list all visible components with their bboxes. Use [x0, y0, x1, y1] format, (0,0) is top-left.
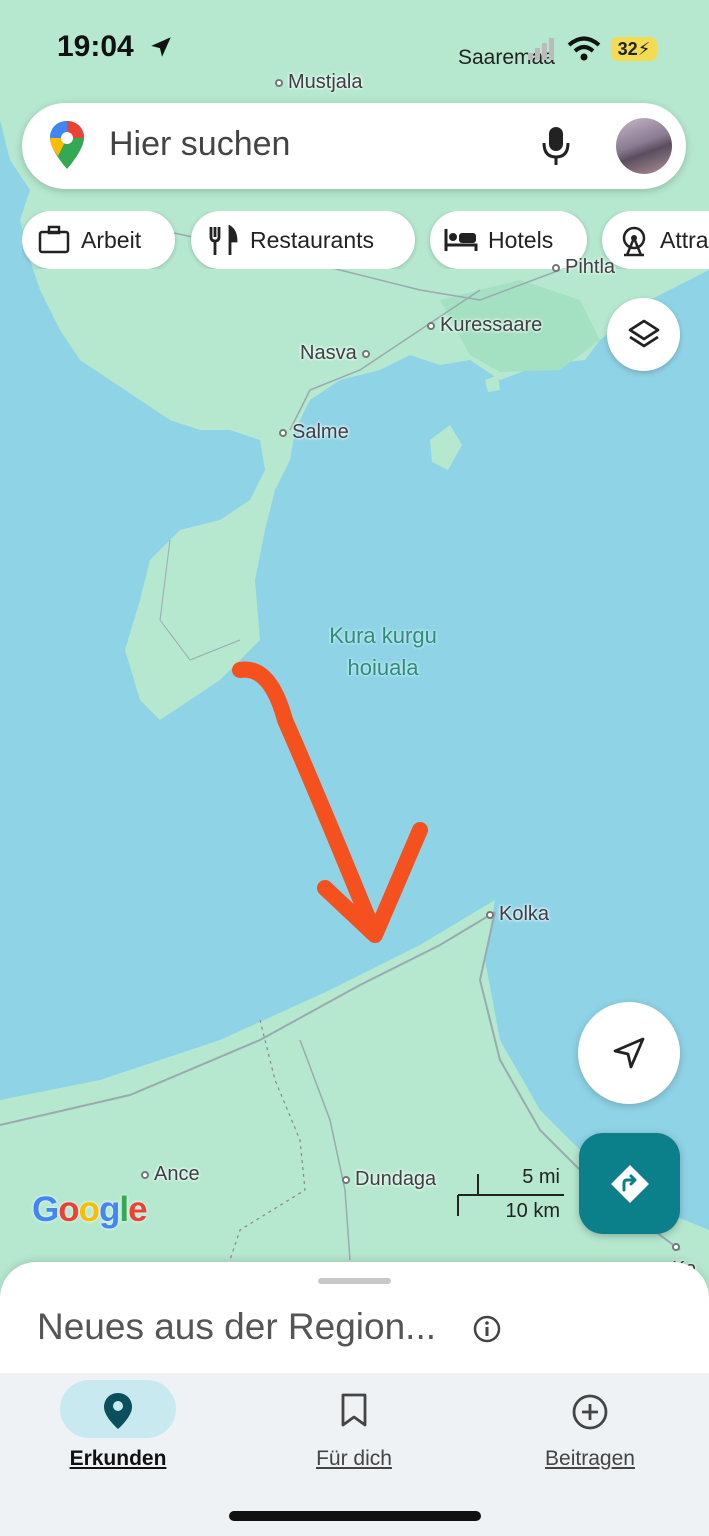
- scale-km: 10 km: [505, 1200, 560, 1222]
- location-arrow-icon: [151, 37, 171, 57]
- directions-button[interactable]: [579, 1133, 680, 1234]
- nav-for-you[interactable]: Für dich: [236, 1373, 472, 1483]
- place-dot: [427, 321, 435, 330]
- cellular-signal-icon: [528, 38, 554, 60]
- account-avatar[interactable]: [616, 118, 672, 174]
- directions-icon: [611, 1165, 649, 1203]
- place-label[interactable]: Kuressaare: [427, 314, 542, 337]
- chip-hotels-label: Hotels: [488, 227, 554, 253]
- bottom-sheet[interactable]: Neues aus der Region...: [0, 1262, 709, 1382]
- google-logo: Google: [32, 1190, 148, 1229]
- info-icon[interactable]: [472, 1314, 502, 1344]
- bookmark-icon: [341, 1393, 367, 1427]
- place-name: Nasva: [300, 342, 357, 364]
- microphone-icon[interactable]: [540, 125, 572, 167]
- place-dot: [672, 1242, 680, 1251]
- add-circle-icon: [572, 1394, 608, 1430]
- chip-restaurants[interactable]: Restaurants: [191, 211, 415, 269]
- place-dot: [279, 428, 287, 437]
- place-label[interactable]: Nasva: [300, 342, 375, 365]
- map-scale: 5 mi 10 km: [456, 1166, 566, 1226]
- layers-icon: [628, 319, 660, 348]
- nav-explore[interactable]: Erkunden: [0, 1373, 236, 1483]
- nav-contribute-label: Beitragen: [545, 1447, 635, 1470]
- layers-button[interactable]: [607, 298, 680, 371]
- place-dot: [552, 263, 560, 272]
- place-dot: [342, 1175, 350, 1184]
- home-indicator[interactable]: [229, 1511, 481, 1521]
- battery-indicator: 32⚡: [611, 37, 657, 61]
- place-name: Mustjala: [288, 71, 363, 93]
- status-bar: 19:04 Saaremaa 32⚡: [0, 30, 709, 70]
- place-dot: [361, 349, 370, 358]
- status-time: 19:04: [57, 30, 134, 63]
- place-label[interactable]: Ance: [141, 1163, 200, 1186]
- nav-for-you-label: Für dich: [316, 1447, 392, 1470]
- ferris-wheel-icon: [622, 226, 646, 257]
- location-pin-icon: [104, 1393, 132, 1429]
- search-input[interactable]: Hier suchen: [109, 125, 290, 164]
- google-maps-pin-icon: [50, 121, 84, 169]
- briefcase-icon: [38, 225, 70, 254]
- bed-icon: [444, 229, 478, 251]
- place-name: Dundaga: [355, 1168, 437, 1190]
- navigation-arrow-icon: [613, 1037, 645, 1069]
- chip-attractions[interactable]: Attra: [602, 211, 709, 269]
- my-location-button[interactable]: [578, 1002, 680, 1104]
- search-bar[interactable]: Hier suchen: [22, 103, 686, 189]
- sheet-drag-handle[interactable]: [318, 1278, 391, 1284]
- water-area-label[interactable]: Kura kurgu hoiuala: [300, 620, 466, 684]
- place-name: Salme: [292, 421, 349, 443]
- chip-work[interactable]: Arbeit: [22, 211, 175, 269]
- nav-explore-label: Erkunden: [69, 1447, 167, 1470]
- nav-contribute[interactable]: Beitragen: [472, 1373, 708, 1483]
- scale-miles: 5 mi: [522, 1166, 560, 1188]
- place-dot: [275, 78, 283, 87]
- place-name: Pihtla: [565, 256, 616, 278]
- place-name: Ance: [154, 1163, 200, 1185]
- wifi-icon: [567, 36, 601, 61]
- place-label[interactable]: Salme: [279, 421, 349, 444]
- place-name: Kuressaare: [440, 314, 543, 336]
- chip-attractions-label: Attra: [660, 227, 709, 253]
- place-label[interactable]: Mustjala: [275, 71, 362, 94]
- fork-knife-icon: [209, 225, 238, 255]
- chip-work-label: Arbeit: [81, 227, 142, 253]
- chip-restaurants-label: Restaurants: [250, 227, 375, 253]
- place-name: Kolka: [499, 903, 550, 925]
- sheet-title: Neues aus der Region...: [37, 1306, 437, 1347]
- place-dot: [486, 910, 494, 919]
- place-dot: [141, 1170, 149, 1179]
- place-label[interactable]: Kolka: [486, 903, 549, 926]
- place-label[interactable]: Dundaga: [342, 1168, 436, 1191]
- place-label[interactable]: Pihtla: [552, 256, 615, 279]
- battery-level: 32: [617, 39, 638, 59]
